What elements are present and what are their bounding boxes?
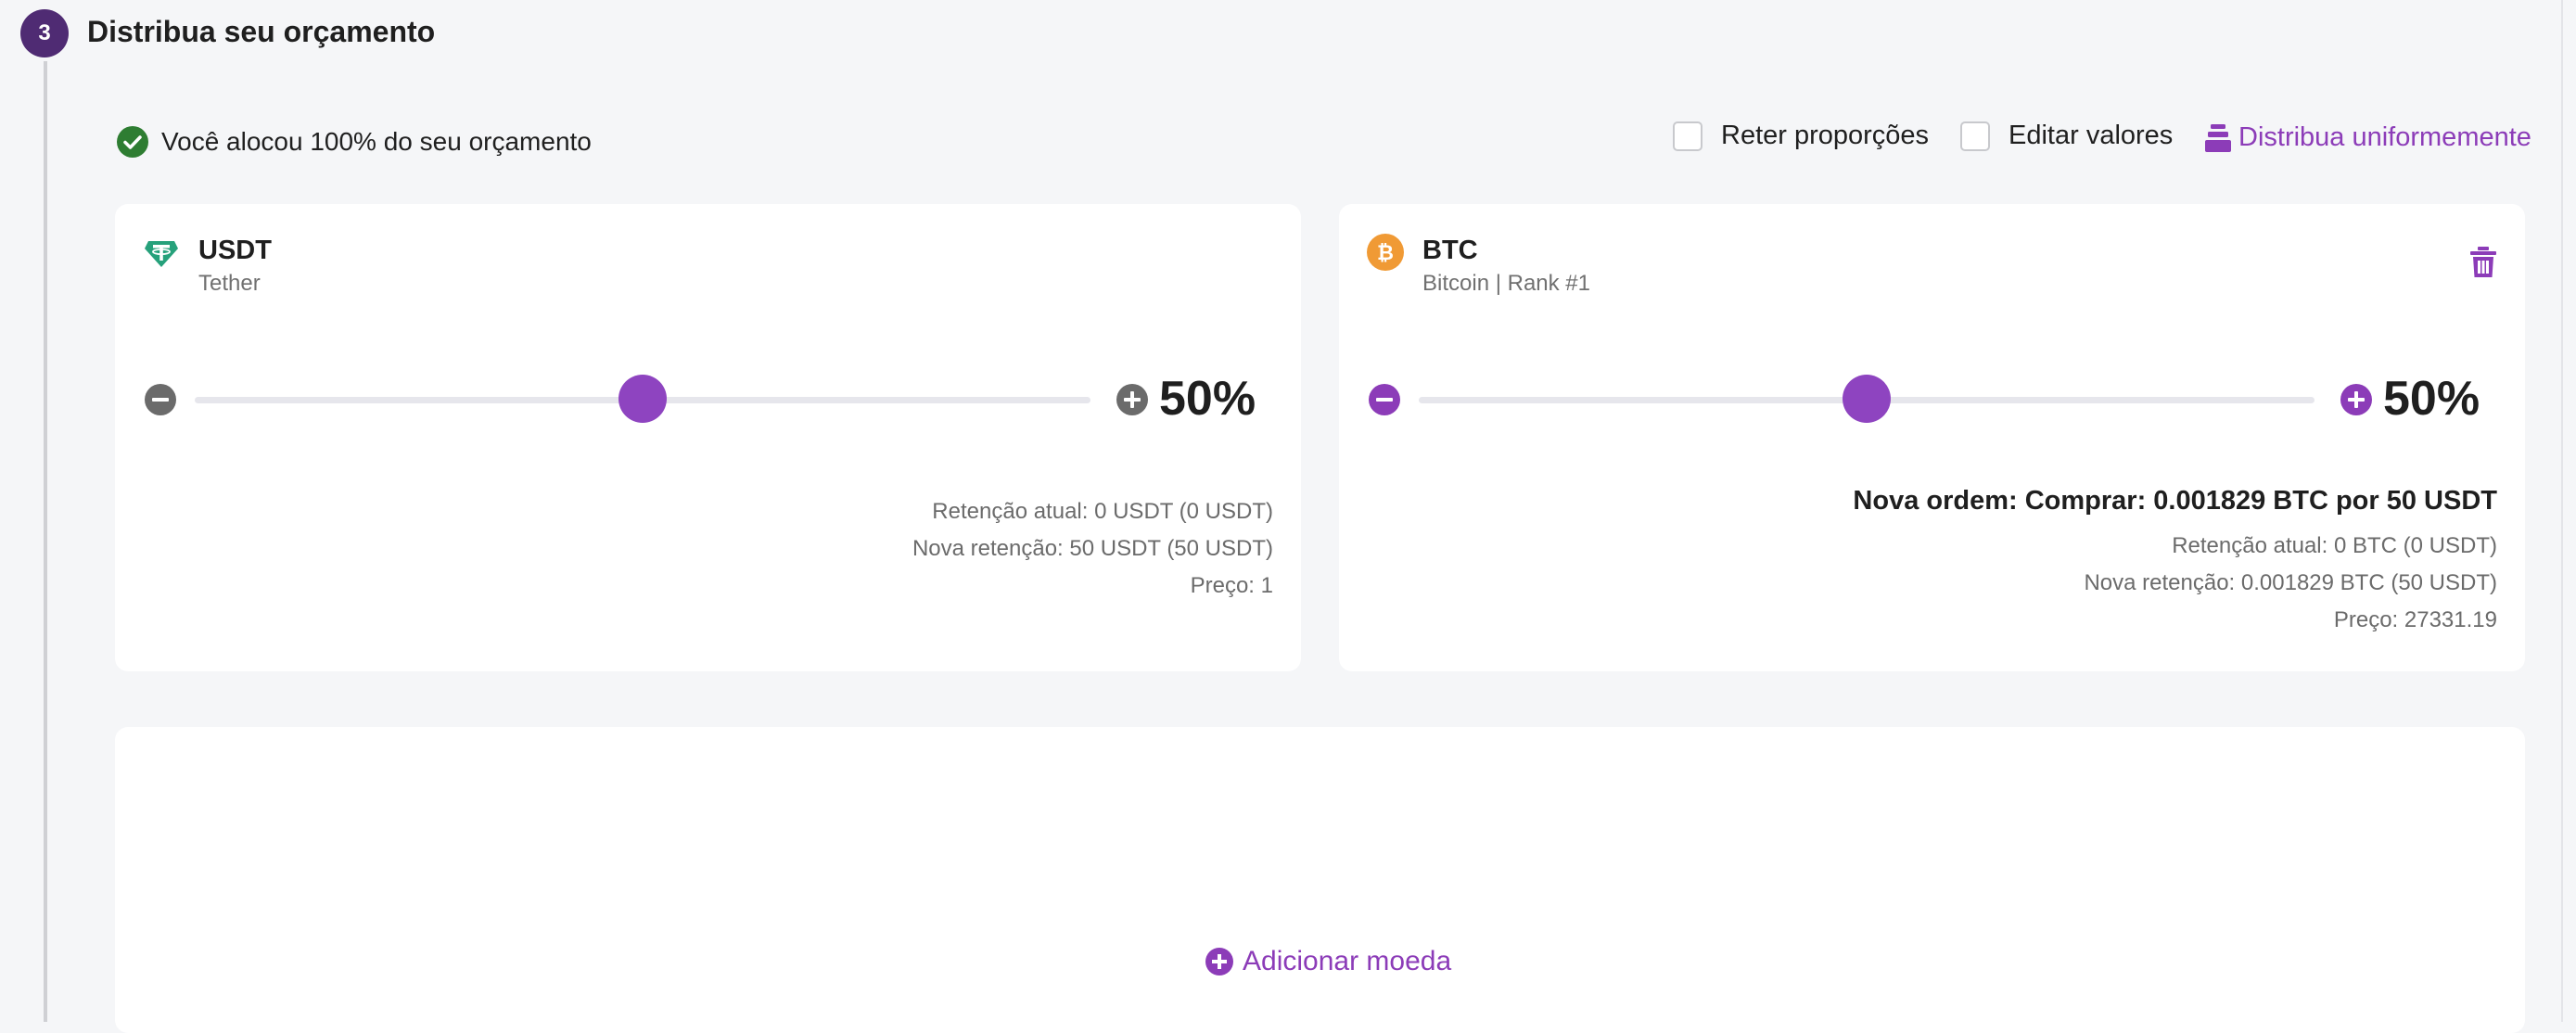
trash-icon[interactable] <box>2469 247 2497 278</box>
step-title: Distribua seu orçamento <box>87 15 436 48</box>
increase-button[interactable] <box>1116 384 1148 415</box>
edit-values-label[interactable]: Editar valores <box>2009 121 2173 151</box>
add-coin-button[interactable]: Adicionar moeda <box>1205 946 1451 977</box>
increase-button[interactable] <box>2340 384 2372 415</box>
distribute-evenly-label[interactable]: Distribua uniformemente <box>2238 122 2531 153</box>
edit-values-checkbox[interactable] <box>1960 121 1990 151</box>
new-retention: Nova retenção: 50 USDT (50 USDT) <box>912 536 1273 561</box>
new-order-text: Nova ordem: Comprar: 0.001829 BTC por 50… <box>1853 486 2497 516</box>
retain-proportions-checkbox[interactable] <box>1673 121 1702 151</box>
slider-thumb[interactable] <box>618 375 667 423</box>
coin-price: Preço: 1 <box>1190 573 1273 598</box>
decrease-button[interactable] <box>1369 384 1400 415</box>
coin-info: Nova ordem: Comprar: 0.001829 BTC por 50… <box>1853 486 2497 639</box>
allocation-status-text: Você alocou 100% do seu orçamento <box>161 127 592 156</box>
coin-card-usdt: USDT Tether 50% Retenção atual: 0 USDT (… <box>115 204 1301 671</box>
slider-track[interactable] <box>195 375 1090 423</box>
coin-symbol: USDT <box>198 236 272 265</box>
svg-text:₿: ₿ <box>1377 242 1394 265</box>
tether-icon <box>145 241 178 267</box>
allocation-percent: 50% <box>2383 372 2480 426</box>
coin-name: Tether <box>198 271 261 296</box>
slider-thumb[interactable] <box>1843 375 1891 423</box>
allocation-slider-row: 50% <box>145 367 1276 428</box>
step-connector-line <box>44 61 47 1022</box>
decrease-button[interactable] <box>145 384 176 415</box>
coin-price: Preço: 27331.19 <box>2333 607 2497 632</box>
plus-circle-icon <box>1205 948 1233 976</box>
right-border <box>2561 0 2563 1022</box>
add-coin-label[interactable]: Adicionar moeda <box>1243 946 1451 977</box>
current-retention: Retenção atual: 0 USDT (0 USDT) <box>932 499 1273 524</box>
edit-values-option[interactable]: Editar valores <box>1960 121 2173 151</box>
allocation-status: Você alocou 100% do seu orçamento <box>117 126 592 158</box>
coin-info: Retenção atual: 0 USDT (0 USDT) Nova ret… <box>912 493 1273 605</box>
allocation-slider-row: 50% <box>1369 367 2500 428</box>
bitcoin-icon: ₿ <box>1367 234 1404 271</box>
retain-proportions-label[interactable]: Reter proporções <box>1721 121 1929 151</box>
retain-proportions-option[interactable]: Reter proporções <box>1673 121 1929 151</box>
check-circle-icon <box>117 126 148 158</box>
coin-card-btc: ₿ BTC Bitcoin | Rank #1 50% Nova ordem: … <box>1339 204 2525 671</box>
new-retention: Nova retenção: 0.001829 BTC (50 USDT) <box>2084 570 2497 595</box>
coin-name: Bitcoin | Rank #1 <box>1422 271 1590 296</box>
stack-icon <box>2205 123 2231 152</box>
allocation-percent: 50% <box>1159 372 1256 426</box>
step-number-badge: 3 <box>20 9 69 57</box>
coin-symbol: BTC <box>1422 236 1478 265</box>
distribute-evenly-button[interactable]: Distribua uniformemente <box>2205 122 2531 153</box>
slider-track[interactable] <box>1419 375 2315 423</box>
current-retention: Retenção atual: 0 BTC (0 USDT) <box>2172 533 2497 558</box>
add-coin-card: Adicionar moeda <box>115 727 2525 1033</box>
